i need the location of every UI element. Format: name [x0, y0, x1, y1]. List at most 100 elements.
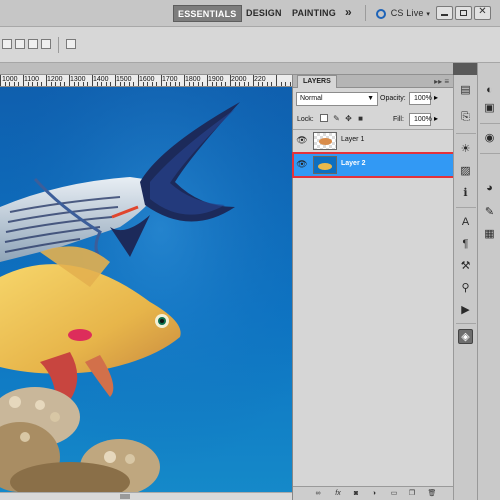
more-workspaces-button[interactable]: » — [341, 4, 356, 21]
opacity-label: Opacity: — [380, 95, 406, 102]
histogram-icon[interactable]: ▤ — [458, 83, 473, 98]
document-tab-strip — [0, 63, 453, 75]
layers-icon[interactable]: ◈ — [458, 329, 473, 344]
fish-photo — [0, 87, 292, 492]
ruler-tick — [129, 82, 130, 86]
ruler-tick — [41, 82, 42, 86]
fish-thumbnail-icon — [318, 163, 332, 170]
ruler-tick — [18, 82, 19, 86]
image-icon[interactable]: ▨ — [458, 164, 473, 179]
tab-layers[interactable]: LAYERS — [297, 75, 337, 88]
align-left-icon[interactable] — [2, 39, 12, 49]
ruler-tick — [37, 82, 38, 86]
maximize-button[interactable] — [455, 6, 472, 20]
ruler-tick — [267, 82, 268, 86]
opacity-input[interactable]: 100% — [409, 92, 432, 105]
layer-row-layer-2[interactable]: 👁 Layer 2 — [292, 152, 455, 178]
color-icon[interactable]: ◐ — [482, 83, 497, 98]
panel-menu-icon[interactable]: ▸▸ ≡ — [434, 77, 449, 86]
ruler-tick — [120, 82, 121, 86]
swatches-icon[interactable]: ▣ — [482, 101, 497, 116]
fill-dropdown-icon[interactable]: ▸ — [434, 114, 438, 123]
align-right-icon[interactable] — [28, 39, 38, 49]
photoshop-window: ESSENTIALS DESIGN PAINTING » CS Live ▾ ✕… — [0, 0, 500, 500]
lock-label: Lock: — [297, 116, 314, 123]
ruler-tick — [74, 82, 75, 86]
ruler-tick — [189, 82, 190, 86]
layers-panel: LAYERS ▸▸ ≡ Normal ▼ Opacity: 100% ▸ Loc… — [292, 75, 455, 500]
ruler-tick — [161, 75, 162, 86]
lock-all-icon[interactable]: ■ — [356, 114, 365, 123]
styles-icon[interactable]: ◕ — [482, 181, 497, 196]
ruler-tick — [258, 82, 259, 86]
horizontal-scrollbar[interactable] — [0, 492, 292, 500]
lock-move-icon[interactable]: ✥ — [344, 114, 353, 123]
brush-icon[interactable]: ✎ — [482, 205, 497, 220]
close-button[interactable]: ✕ — [474, 6, 491, 20]
link-icon[interactable]: ∞ — [313, 489, 323, 499]
lock-brush-icon[interactable]: ✎ — [332, 114, 341, 123]
grid-icon[interactable]: ▦ — [482, 227, 497, 242]
distribute-icon[interactable] — [41, 39, 51, 49]
ruler-tick — [244, 82, 245, 86]
adjustments-icon[interactable]: ◉ — [482, 131, 497, 146]
character-icon[interactable]: A — [458, 215, 473, 230]
minimize-button[interactable] — [436, 6, 453, 20]
eye-icon[interactable]: 👁 — [296, 158, 308, 170]
blend-opacity-row: Normal ▼ Opacity: 100% ▸ — [293, 89, 454, 109]
workspace-painting-button[interactable]: PAINTING — [288, 5, 340, 22]
eye-icon[interactable]: 👁 — [296, 134, 308, 146]
layer-name: Layer 2 — [341, 160, 366, 167]
blend-mode-select[interactable]: Normal ▼ — [296, 92, 378, 106]
adjustment-icon[interactable]: ◑ — [369, 489, 379, 499]
workspace-essentials-button[interactable]: ESSENTIALS — [173, 5, 242, 22]
ruler-tick — [23, 75, 24, 86]
layer-thumbnail — [313, 156, 337, 174]
ruler-tick — [64, 82, 65, 86]
ruler-tick — [212, 82, 213, 86]
auto-align-icon[interactable] — [66, 39, 76, 49]
info-icon[interactable]: ℹ — [458, 186, 473, 201]
divider — [456, 323, 476, 324]
fill-input[interactable]: 100% — [409, 113, 432, 126]
options-bar — [0, 27, 500, 63]
document-canvas[interactable] — [0, 87, 292, 492]
ruler-tick — [248, 82, 249, 86]
ruler-tick — [60, 82, 61, 86]
new-layer-icon[interactable]: ❐ — [407, 489, 417, 499]
tool-presets-icon[interactable]: ⚒ — [458, 259, 473, 274]
ruler-tick — [5, 82, 6, 86]
history-icon[interactable]: ⎘ — [458, 110, 473, 125]
trash-icon[interactable]: 🗑 — [427, 489, 437, 499]
chevron-down-icon: ▼ — [367, 95, 374, 102]
cs-live-button[interactable]: CS Live ▾ — [372, 5, 434, 22]
folder-icon[interactable]: ▭ — [389, 489, 399, 499]
align-center-icon[interactable] — [15, 39, 25, 49]
cs-live-label: CS Live — [390, 8, 424, 18]
ruler-tick — [230, 75, 231, 86]
lock-transparent-icon[interactable] — [320, 114, 328, 122]
opacity-dropdown-icon[interactable]: ▸ — [434, 93, 438, 102]
scrollbar-thumb[interactable] — [120, 494, 130, 499]
ruler-tick — [253, 75, 254, 86]
mask-icon[interactable]: ◙ — [351, 489, 361, 499]
ruler-tick — [239, 82, 240, 86]
divider — [58, 37, 59, 53]
paragraph-icon[interactable]: ¶ — [458, 237, 473, 252]
workspace-design-button[interactable]: DESIGN — [242, 5, 286, 22]
ruler-tick — [83, 82, 84, 86]
clone-source-icon[interactable]: ⚲ — [458, 281, 473, 296]
ruler-tick — [221, 82, 222, 86]
cs-live-icon — [376, 8, 386, 19]
layer-row-layer-1[interactable]: 👁 Layer 1 — [293, 129, 454, 153]
actions-icon[interactable]: ▶ — [458, 303, 473, 318]
ruler-tick — [28, 82, 29, 86]
ruler-tick — [51, 82, 52, 86]
maximize-icon — [460, 10, 467, 16]
ruler-tick — [115, 75, 116, 86]
layer-thumbnail — [313, 132, 337, 150]
fx-icon[interactable]: fx — [333, 489, 343, 499]
navigator-icon[interactable]: ☀ — [458, 142, 473, 157]
ruler-tick — [147, 82, 148, 86]
lock-fill-row: Lock: ✎ ✥ ■ Fill: 100% ▸ — [293, 110, 454, 130]
